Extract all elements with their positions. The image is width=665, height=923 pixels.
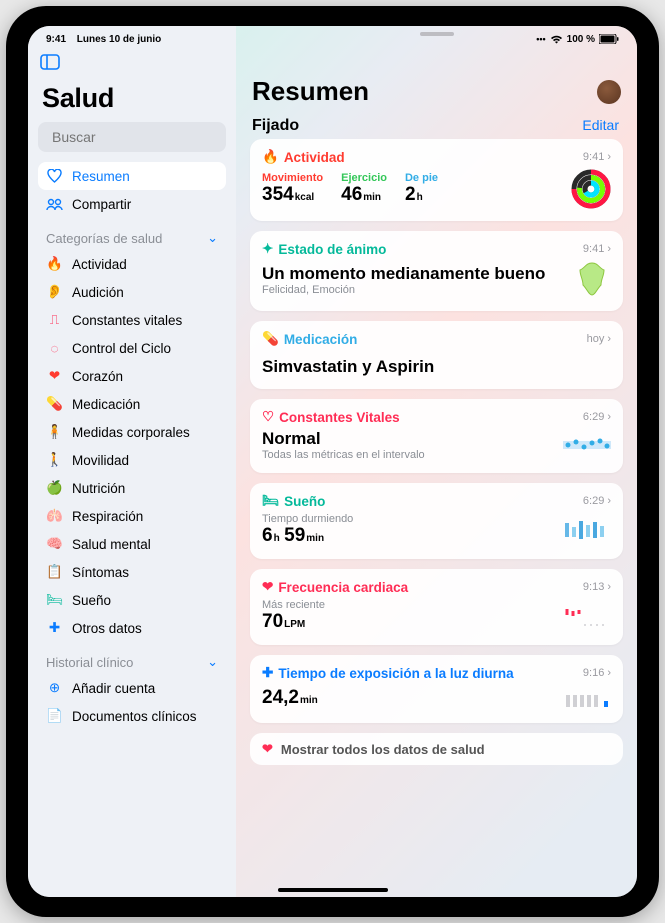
sidebar-item-label: Documentos clínicos [72,709,197,724]
vitals-sparkline-icon [563,432,611,458]
page-title: Resumen [252,76,369,107]
sidebar-item-síntomas[interactable]: 📋 Síntomas [38,558,226,586]
main-content: Resumen Fijado Editar 🔥Actividad 9:41› M… [236,26,637,897]
card-mood[interactable]: ✦Estado de ánimo 9:41› Un momento median… [250,231,623,311]
sidebar-item-label: Movilidad [72,453,129,468]
sidebar-item-label: Constantes vitales [72,313,182,328]
doc-icon: 📄 [46,708,63,724]
sidebar-item-label: Audición [72,285,124,300]
sidebar-item-movilidad[interactable]: 🚶 Movilidad [38,446,226,474]
chevron-right-icon: › [607,151,611,163]
activity-rings-icon [571,169,611,209]
sidebar-item-label: Salud mental [72,537,151,552]
sidebar-item-label: Compartir [72,197,131,212]
card-medication[interactable]: 💊Medicación hoy› Simvastatin y Aspirin [250,321,623,389]
pinned-label: Fijado [252,117,299,135]
edit-button[interactable]: Editar [582,117,619,133]
people-icon [46,198,63,211]
home-indicator[interactable] [278,888,388,892]
sidebar-item-audición[interactable]: 👂 Audición [38,278,226,306]
daylight-bars-icon [563,685,611,711]
flame-icon: 🔥 [262,149,279,165]
sidebar-item-otros-datos[interactable]: ✚ Otros datos [38,614,226,642]
sidebar-item-medicación[interactable]: 💊 Medicación [38,390,226,418]
sidebar-item-label: Control del Ciclo [72,341,171,356]
card-daylight[interactable]: ✚Tiempo de exposición a la luz diurna 9:… [250,655,623,723]
sparkle-icon: ✦ [262,241,273,257]
card-heartrate[interactable]: ❤Frecuencia cardiaca 9:13› Más reciente7… [250,569,623,645]
show-all-button[interactable]: ❤ Mostrar todos los datos de salud [250,733,623,765]
sidebar-item-label: Otros datos [72,621,142,636]
wifi-icon [550,34,563,44]
sidebar-item-constantes-vitales[interactable]: ⎍ Constantes vitales [38,306,226,334]
sidebar-item-respiración[interactable]: 🫁 Respiración [38,502,226,530]
bed-icon: 🛏 [46,592,63,608]
sidebar-item-nutrición[interactable]: 🍏 Nutrición [38,474,226,502]
card-activity[interactable]: 🔥Actividad 9:41› Movimiento354kcal Ejerc… [250,139,623,221]
status-date: Lunes 10 de junio [77,34,161,45]
flame-icon: 🔥 [46,256,63,272]
sidebar-item-añadir-cuenta[interactable]: ⊕ Añadir cuenta [38,674,226,702]
plus-circle-icon: ⊕ [46,680,63,696]
search-input[interactable] [52,129,233,145]
card-vitals[interactable]: ♡Constantes Vitales 6:29› NormalTodas la… [250,399,623,473]
sidebar-item-label: Resumen [72,169,130,184]
sidebar-item-label: Nutrición [72,481,125,496]
battery-icon [599,34,619,44]
sidebar-item-label: Medidas corporales [72,425,190,440]
plus-icon: ✚ [262,665,273,681]
hr-dots-icon [563,603,611,629]
sleep-bars-icon [563,517,611,543]
symptoms-icon: 📋 [46,564,63,580]
apple-icon: 🍏 [46,480,63,496]
status-time: 9:41 [46,34,66,45]
app-title: Salud [38,81,226,122]
body-icon: 🧍 [46,424,63,440]
section-clinical[interactable]: Historial clínico ⌄ [38,642,226,674]
lungs-icon: 🫁 [46,508,63,524]
sidebar-item-salud-mental[interactable]: 🧠 Salud mental [38,530,226,558]
ecg-icon: ♡ [262,409,274,425]
plus-icon: ✚ [46,620,63,636]
battery-text: 100 % [567,34,595,45]
mood-icon [573,261,611,299]
search-field[interactable] [38,122,226,152]
sidebar-item-actividad[interactable]: 🔥 Actividad [38,250,226,278]
sidebar: Salud Resumen Compartir Categorías de sal… [28,26,236,897]
avatar[interactable] [597,80,621,104]
mobility-icon: 🚶 [46,452,63,468]
sidebar-item-label: Añadir cuenta [72,681,155,696]
sidebar-toggle-icon[interactable] [40,54,226,75]
status-bar: 9:41 Lunes 10 de junio ••• 100 % [28,30,637,48]
chevron-down-icon: ⌄ [207,654,218,670]
chevron-down-icon: ⌄ [207,230,218,246]
card-sleep[interactable]: 🛏Sueño 6:29› Tiempo durmiendo6h 59min [250,483,623,559]
ecg-icon: ⎍ [46,312,63,328]
sidebar-item-corazón[interactable]: ❤ Corazón [38,362,226,390]
sidebar-item-medidas-corporales[interactable]: 🧍 Medidas corporales [38,418,226,446]
heart-icon: ❤ [46,368,63,384]
sidebar-item-label: Respiración [72,509,143,524]
heart-icon: ❤ [262,579,273,595]
section-categories[interactable]: Categorías de salud ⌄ [38,218,226,250]
heart-icon: ❤ [262,741,273,757]
sidebar-item-control-del-ciclo[interactable]: ◌ Control del Ciclo [38,334,226,362]
sidebar-item-documentos-clínicos[interactable]: 📄 Documentos clínicos [38,702,226,730]
bed-icon: 🛏 [262,493,279,509]
sidebar-item-label: Síntomas [72,565,129,580]
sidebar-item-resumen[interactable]: Resumen [38,162,226,190]
sidebar-item-sueño[interactable]: 🛏 Sueño [38,586,226,614]
sidebar-item-label: Sueño [72,593,111,608]
brain-icon: 🧠 [46,536,63,552]
pill-icon: 💊 [262,331,279,347]
sidebar-item-label: Actividad [72,257,127,272]
sidebar-item-label: Medicación [72,397,140,412]
heart-outline-icon [46,169,63,183]
ear-icon: 👂 [46,284,63,300]
pill-icon: 💊 [46,396,63,412]
sidebar-item-label: Corazón [72,369,123,384]
sidebar-item-compartir[interactable]: Compartir [38,190,226,218]
cycle-icon: ◌ [46,341,63,356]
